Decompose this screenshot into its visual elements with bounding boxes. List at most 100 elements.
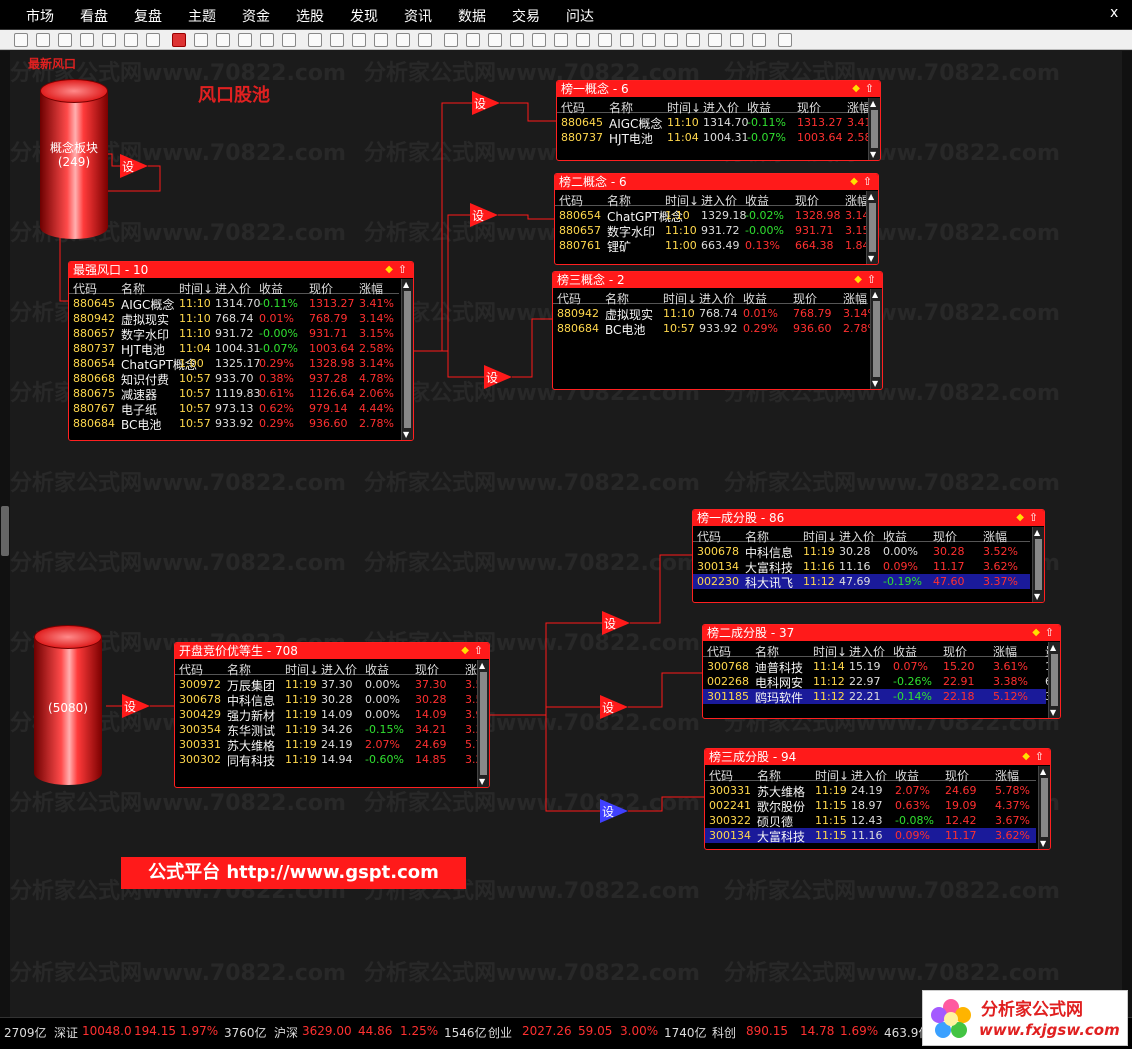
table-row[interactable]: 880657 数字水印 11:10 931.72 -0.00% 931.71 3.15% — [69, 326, 399, 342]
column-header[interactable]: 代码 — [557, 290, 581, 307]
collapse-icon[interactable]: ⇧ — [1045, 625, 1054, 641]
panel-header[interactable]: 榜一概念 - 6 ◆ ⇧ — [557, 81, 880, 97]
panel-scrollbar[interactable]: ▲ ▼ — [868, 98, 880, 160]
table-row[interactable]: 300134 大富科技 11:15 11.16 0.09% 11.17 3.62% — [705, 828, 1036, 844]
text-icon[interactable] — [308, 33, 322, 47]
table-row[interactable]: 880654 ChatGPT概念 1:10 1329.18 -0.02% 1328.98 3… — [555, 208, 870, 224]
column-header[interactable]: 现价 — [933, 528, 957, 545]
column-header[interactable]: 进入价 — [851, 767, 887, 784]
table-row[interactable]: 300972 万辰集团 11:19 37.30 0.00% 37.30 3.5 — [175, 677, 483, 693]
play-icon[interactable] — [102, 33, 116, 47]
scroll-thumb[interactable] — [1041, 778, 1048, 837]
table-row[interactable]: 880675 减速器 10:57 1119.83 0.61% 1126.64 2.06% — [69, 386, 399, 402]
link-icon[interactable] — [282, 33, 296, 47]
collapse-handle[interactable] — [1, 506, 9, 556]
column-header[interactable]: 收益 — [743, 290, 767, 307]
panel-scrollbar[interactable]: ▲ ▼ — [1032, 527, 1044, 602]
column-header[interactable]: 代码 — [697, 528, 721, 545]
column-header[interactable]: 现价 — [945, 767, 969, 784]
pin-icon[interactable]: ◆ — [461, 643, 469, 659]
column-header[interactable]: 名称 — [755, 643, 779, 660]
grid-icon[interactable] — [778, 33, 792, 47]
panel-scrollbar[interactable]: ▲ ▼ — [866, 191, 878, 264]
scroll-thumb[interactable] — [1035, 539, 1042, 590]
pin-icon[interactable]: ◆ — [1016, 510, 1024, 526]
collapse-icon[interactable]: ⇧ — [474, 643, 483, 659]
menu-item-ask[interactable]: 问达 — [566, 6, 594, 26]
table-row[interactable]: 880767 电子纸 10:57 973.13 0.62% 979.14 4.44% — [69, 401, 399, 417]
table-row[interactable]: 300678 中科信息 11:19 30.28 0.00% 30.28 3.52% — [693, 544, 1030, 560]
open-folder-icon[interactable] — [36, 33, 50, 47]
menu-item-watch[interactable]: 看盘 — [80, 6, 108, 26]
panel-scrollbar[interactable]: ▲ ▼ — [477, 660, 489, 787]
column-header[interactable]: 现价 — [943, 643, 967, 660]
trash-icon[interactable] — [488, 33, 502, 47]
scroll-down-icon[interactable]: ▼ — [1034, 592, 1040, 601]
panel-scrollbar[interactable]: ▲ ▼ — [1048, 642, 1060, 718]
column-header[interactable]: 名称 — [745, 528, 769, 545]
table-row[interactable]: 880684 BC电池 10:57 933.92 0.29% 936.60 2.78% — [553, 321, 878, 337]
menu-item-market[interactable]: 市场 — [26, 6, 54, 26]
all-stocks-cylinder[interactable]: (5080) — [34, 625, 102, 785]
column-header[interactable]: 代码 — [559, 192, 583, 209]
column-header[interactable]: 收益 — [883, 528, 907, 545]
menu-item-news[interactable]: 资讯 — [404, 6, 432, 26]
table-row[interactable]: 300331 苏大维格 11:19 24.19 2.07% 24.69 5.78% — [705, 783, 1036, 799]
column-header[interactable]: 现价 — [309, 280, 333, 297]
scroll-down-icon[interactable]: ▼ — [403, 430, 409, 439]
round-rect-icon[interactable] — [374, 33, 388, 47]
table-row[interactable]: 880668 知识付费 10:57 933.70 0.38% 937.28 4.78% — [69, 371, 399, 387]
column-header[interactable]: 时间↓ — [815, 767, 849, 784]
save-icon[interactable] — [58, 33, 72, 47]
scroll-up-icon[interactable]: ▲ — [479, 661, 485, 670]
column-header[interactable]: 现价 — [415, 661, 439, 678]
pin-icon[interactable]: ◆ — [852, 81, 860, 97]
pin-icon[interactable]: ◆ — [1022, 749, 1030, 765]
column-header[interactable]: 时间↓ — [179, 280, 213, 297]
column-header[interactable]: 进入价 — [215, 280, 251, 297]
collapse-icon[interactable]: ⇧ — [867, 272, 876, 288]
column-header[interactable]: 名称 — [227, 661, 251, 678]
table-row[interactable]: 880761 锂矿 11:00 663.49 0.13% 664.38 1.84 — [555, 238, 870, 254]
column-header[interactable]: 涨幅 — [995, 767, 1019, 784]
collapse-icon[interactable]: ⇧ — [865, 81, 874, 97]
scroll-up-icon[interactable]: ▲ — [872, 290, 878, 299]
column-header[interactable]: 时间↓ — [285, 661, 319, 678]
delete-icon[interactable] — [80, 33, 94, 47]
opening-auction-panel[interactable]: 开盘竞价优等生 - 708 ◆ ⇧ 代码 名称 时间↓ 进入价 收益 现价涨 300972 万辰集团… — [174, 642, 490, 788]
shape-rect-icon[interactable] — [194, 33, 208, 47]
column-header[interactable]: 时间↓ — [813, 643, 847, 660]
scroll-up-icon[interactable]: ▲ — [1050, 643, 1056, 652]
table-row[interactable]: 880942 虚拟现实 11:10 768.74 0.01% 768.79 3.14% — [553, 306, 878, 322]
column-header[interactable]: 涨 — [465, 661, 477, 678]
top3-concept-panel[interactable]: 榜三概念 - 2 ◆ ⇧ 代码 名称 时间↓ 进入价 收益 现价 涨幅 880942 虚拟现实 11:1… — [552, 271, 883, 390]
scroll-up-icon[interactable]: ▲ — [868, 192, 874, 201]
table-row[interactable]: 880645 AIGC概念 11:10 1314.70 -0.11% 1313.27 3.4… — [557, 115, 872, 131]
menu-item-replay[interactable]: 复盘 — [134, 6, 162, 26]
pin-icon[interactable]: ◆ — [385, 262, 393, 278]
new-doc-icon[interactable] — [14, 33, 28, 47]
table-row[interactable]: 880645 AIGC概念 11:10 1314.70 -0.11% 1313.27 3.4… — [69, 296, 399, 312]
column-header[interactable]: 收益 — [747, 99, 771, 116]
column-header[interactable]: 进入价 — [321, 661, 357, 678]
scroll-thumb[interactable] — [873, 301, 880, 377]
panel-header[interactable]: 最强风口 - 10 ◆ ⇧ — [69, 262, 413, 278]
table-row[interactable]: 301185鸥玛软件11:1222.21-0.14%22.185.12%3 — [703, 689, 1052, 705]
table-row[interactable]: 880684 BC电池 10:57 933.92 0.29% 936.60 2.78% — [69, 416, 399, 432]
cursor-icon[interactable] — [172, 33, 186, 47]
column-header[interactable]: 代码 — [709, 767, 733, 784]
scroll-thumb[interactable] — [480, 672, 487, 775]
scroll-down-icon[interactable]: ▼ — [1040, 839, 1046, 848]
node-icon[interactable] — [238, 33, 252, 47]
table-row[interactable]: 002268电科网安11:1222.97-0.26%22.913.38%6 — [703, 674, 1052, 690]
panel-scrollbar[interactable]: ▲ ▼ — [870, 289, 882, 389]
menu-item-screener[interactable]: 选股 — [296, 6, 324, 26]
column-header[interactable]: 收益 — [365, 661, 389, 678]
table-row[interactable]: 300678 中科信息 11:19 30.28 0.00% 30.28 3.5 — [175, 692, 483, 708]
line-icon[interactable] — [330, 33, 344, 47]
column-header[interactable]: 代码 — [73, 280, 97, 297]
menu-item-theme[interactable]: 主题 — [188, 6, 216, 26]
column-header[interactable]: 涨幅 — [359, 280, 383, 297]
column-header[interactable]: 名称 — [605, 290, 629, 307]
column-header[interactable]: 进入价 — [703, 99, 739, 116]
